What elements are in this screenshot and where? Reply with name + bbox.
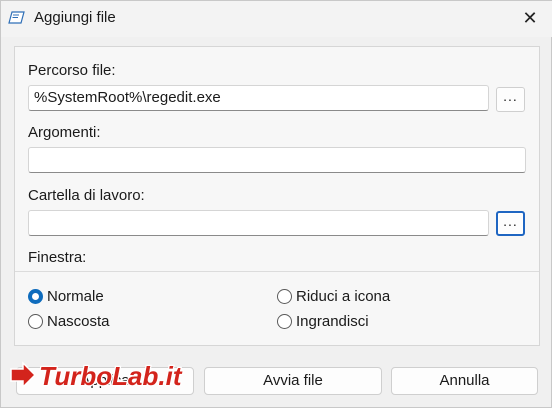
title-bar: Aggiungi file ✕ bbox=[1, 1, 552, 37]
radio-maximize-label: Ingrandisci bbox=[296, 313, 369, 330]
radio-normal-label: Normale bbox=[47, 288, 104, 305]
divider bbox=[15, 271, 539, 272]
radio-maximize[interactable]: Ingrandisci bbox=[277, 313, 369, 330]
svg-text:TurboLab.it: TurboLab.it bbox=[39, 361, 183, 391]
workdir-field[interactable] bbox=[28, 210, 489, 236]
radio-hidden[interactable]: Nascosta bbox=[28, 313, 110, 330]
path-browse-button[interactable]: ... bbox=[496, 87, 525, 112]
run-file-button[interactable]: Avvia file bbox=[204, 367, 382, 395]
workdir-browse-button[interactable]: ... bbox=[496, 211, 525, 236]
radio-hidden-label: Nascosta bbox=[47, 313, 110, 330]
radio-unselected-icon bbox=[277, 314, 292, 329]
path-label: Percorso file: bbox=[28, 62, 116, 79]
radio-minimize-label: Riduci a icona bbox=[296, 288, 391, 305]
settings-panel: Percorso file: %SystemRoot%\regedit.exe … bbox=[14, 46, 540, 346]
radio-selected-icon bbox=[28, 289, 43, 304]
turbolab-watermark-logo: TurboLab.it bbox=[10, 360, 184, 392]
workdir-label: Cartella di lavoro: bbox=[28, 187, 145, 204]
radio-minimize[interactable]: Riduci a icona bbox=[277, 288, 390, 305]
window-title: Aggiungi file bbox=[34, 9, 116, 26]
args-label: Argomenti: bbox=[28, 124, 101, 141]
args-field[interactable] bbox=[28, 147, 526, 173]
path-field[interactable]: %SystemRoot%\regedit.exe bbox=[28, 85, 489, 111]
radio-unselected-icon bbox=[277, 289, 292, 304]
close-button[interactable]: ✕ bbox=[507, 1, 552, 35]
close-icon: ✕ bbox=[522, 7, 538, 28]
window-mode-label: Finestra: bbox=[28, 249, 87, 266]
radio-unselected-icon bbox=[28, 314, 43, 329]
add-file-dialog: Aggiungi file ✕ Percorso file: %SystemRo… bbox=[0, 0, 552, 408]
app-shortcut-icon bbox=[8, 11, 25, 24]
radio-normal[interactable]: Normale bbox=[28, 288, 104, 305]
cancel-button[interactable]: Annulla bbox=[391, 367, 538, 395]
